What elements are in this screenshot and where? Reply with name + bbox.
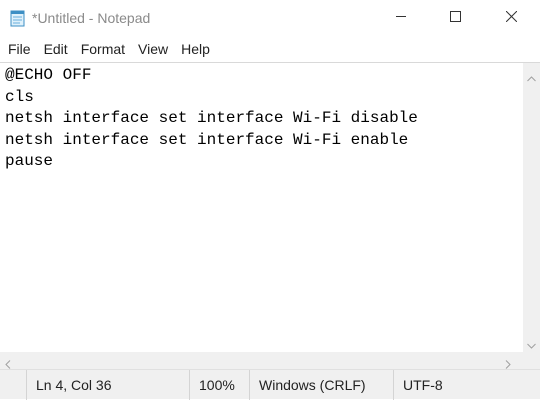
menu-format[interactable]: Format <box>73 38 130 60</box>
horizontal-scrollbar[interactable] <box>0 352 523 369</box>
zoom-level: 100% <box>189 370 249 400</box>
editor-line: @ECHO OFF <box>5 66 92 84</box>
editor-content[interactable]: @ECHO OFF cls netsh interface set interfac… <box>0 63 523 173</box>
editor-line: pause <box>5 152 54 170</box>
editor-line: netsh interface set interface Wi-Fi disa… <box>5 109 418 127</box>
window-title: *Untitled - Notepad <box>32 10 151 26</box>
status-bar: Ln 4, Col 36 100% Windows (CRLF) UTF-8 <box>0 369 540 400</box>
cursor-position: Ln 4, Col 36 <box>26 370 189 400</box>
title-bar[interactable]: *Untitled - Notepad <box>0 0 540 36</box>
close-button[interactable] <box>486 0 536 36</box>
menu-file[interactable]: File <box>0 38 36 60</box>
notepad-window: *Untitled - Notepad File Edit Format Vie… <box>0 0 540 400</box>
maximize-icon <box>449 9 461 27</box>
editor-line: cls <box>5 87 34 106</box>
menu-edit[interactable]: Edit <box>36 38 73 60</box>
scrollbar-corner <box>523 352 540 369</box>
line-endings: Windows (CRLF) <box>249 370 393 400</box>
minimize-icon <box>395 9 407 27</box>
chevron-up-icon[interactable] <box>527 69 536 87</box>
minimize-button[interactable] <box>376 0 426 36</box>
notepad-icon <box>10 9 26 27</box>
close-icon <box>505 9 517 27</box>
encoding: UTF-8 <box>393 370 540 400</box>
text-editor[interactable]: @ECHO OFF cls netsh interface set interfac… <box>0 62 523 352</box>
menu-view[interactable]: View <box>130 38 173 60</box>
menu-help[interactable]: Help <box>173 38 215 60</box>
editor-line: netsh interface set interface Wi-Fi enab… <box>5 130 409 149</box>
vertical-scrollbar[interactable] <box>523 62 540 352</box>
menu-bar: File Edit Format View Help <box>0 38 540 60</box>
maximize-button[interactable] <box>430 0 480 36</box>
